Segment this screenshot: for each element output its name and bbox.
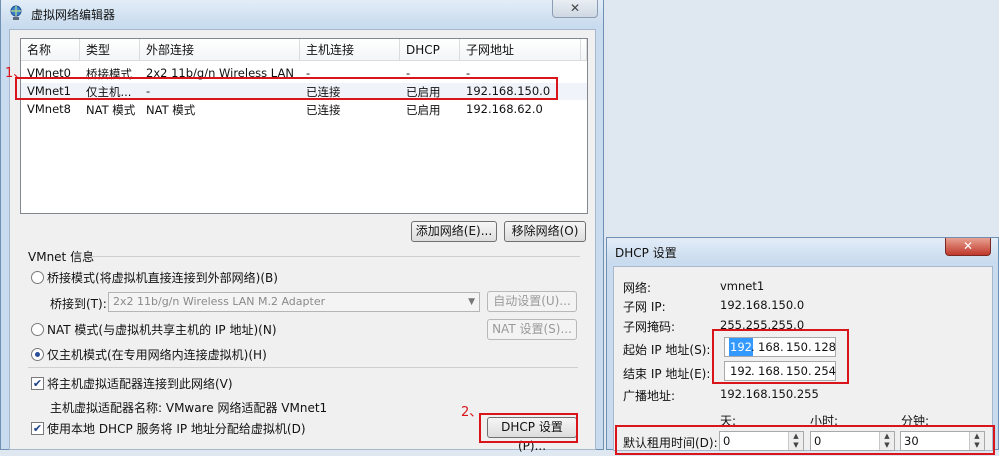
spin-arrows-icon[interactable]: ▲ ▼ [879,432,894,450]
start-ip-input[interactable]: 192 . 168 . 150 . 128 [724,337,836,357]
table-row[interactable]: VMnet8 NAT 模式 NAT 模式 已连接 已启用 192.168.62.… [21,101,587,118]
cell-external: NAT 模式 [146,103,196,117]
network-label: 网络: [623,281,652,295]
cell-subnet: 192.168.150.0 [466,84,551,98]
subnet-ip-value: 192.168.150.0 [720,298,805,312]
annotation-number: 1、 [5,66,27,81]
broadcast-label: 广播地址: [623,389,676,403]
nat-settings-button[interactable]: NAT 设置(S)... [487,319,577,340]
end-ip-input[interactable]: 192 . 168 . 150 . 254 [724,361,836,381]
cell-host: 已连接 [306,85,341,99]
lease-time-label: 默认租用时间(D): [623,436,718,450]
cell-dhcp: - [406,66,411,80]
bridge-adapter-value: 2x2 11b/g/n Wireless LAN M.2 Adapter [113,295,326,308]
lease-minutes-spinner[interactable]: 30 ▲ ▼ [900,431,985,451]
divider [28,367,578,368]
use-dhcp-label[interactable]: 使用本地 DHCP 服务将 IP 地址分配给虚拟机(D) [47,420,306,437]
cell-subnet: 192.168.62.0 [466,102,543,116]
window-body: 网络: vmnet1 子网 IP: 192.168.150.0 子网掩码: 25… [613,266,993,451]
bridge-mode-radio[interactable] [31,271,44,284]
lease-days-spinner[interactable]: 0 ▲ ▼ [719,431,804,451]
annotation-number: 2、 [461,405,483,420]
subnet-mask-value: 255.255.255.0 [720,318,805,332]
start-ip-label: 起始 IP 地址(S): [623,343,711,357]
globe-network-icon [10,5,22,20]
spin-arrows-icon[interactable]: ▲ ▼ [969,432,984,450]
ip-octet: 168 [758,340,780,354]
ip-octet: 192 [729,338,753,356]
subnet-mask-label: 子网掩码: [623,320,676,334]
subnet-ip-label: 子网 IP: [623,300,666,314]
col-header-host[interactable]: 主机连接 [300,39,400,61]
nat-mode-radio[interactable] [31,323,44,336]
lease-days-value: 0 [723,434,731,448]
host-only-mode-label[interactable]: 仅主机模式(在专用网络内连接虚拟机)(H) [47,346,267,363]
cell-name: VMnet1 [27,84,71,98]
hour-label: 小时: [810,414,839,428]
cell-external: - [146,84,151,98]
day-label: 天: [720,414,737,428]
dhcp-settings-window: DHCP 设置 ✕ 网络: vmnet1 子网 IP: 192.168.150.… [606,237,999,451]
close-button[interactable]: ✕ [552,0,598,18]
adapter-name-text: 主机虚拟适配器名称: VMware 网络适配器 VMnet1 [50,401,328,415]
cell-dhcp: 已启用 [406,85,441,99]
cell-type: 仅主机... [86,85,132,99]
col-header-external[interactable]: 外部连接 [140,39,300,61]
end-ip-label: 结束 IP 地址(E): [623,367,711,381]
col-header-type[interactable]: 类型 [80,39,140,61]
cell-host: 已连接 [306,103,341,117]
cell-type: 桥接模式 [86,67,132,81]
ip-octet: 150 [786,340,808,354]
window-title: DHCP 设置 [615,246,677,260]
network-value: vmnet1 [720,279,765,293]
connect-adapter-checkbox[interactable]: ✔ [31,377,44,390]
auto-settings-button[interactable]: 自动设置(U)... [487,291,577,312]
window-title: 虚拟网络编辑器 [31,8,116,22]
cell-dhcp: 已启用 [406,103,441,117]
minute-label: 分钟: [901,414,930,428]
lease-hours-spinner[interactable]: 0 ▲ ▼ [810,431,895,451]
divider [90,256,580,257]
title-bar: DHCP 设置 ✕ [607,238,998,262]
cell-host: - [306,66,311,80]
col-header-filler [581,39,587,61]
ip-octet: 254 [814,364,836,378]
host-only-mode-radio[interactable] [31,348,44,361]
chevron-down-icon: ▼ [468,297,475,307]
window-body: 名称 类型 外部连接 主机连接 DHCP 子网地址 VMnet0 桥接模式 2x… [9,29,596,453]
bridge-adapter-select[interactable]: 2x2 11b/g/n Wireless LAN M.2 Adapter ▼ [108,292,480,312]
close-button[interactable]: ✕ [945,238,991,256]
cell-external: 2x2 11b/g/n Wireless LAN M... [146,66,298,80]
table-row[interactable]: VMnet0 桥接模式 2x2 11b/g/n Wireless LAN M..… [21,65,587,82]
title-bar: 虚拟网络编辑器 ✕ [1,0,603,26]
lease-hours-value: 0 [814,434,822,448]
ip-octet: 150 [786,364,808,378]
nat-mode-label[interactable]: NAT 模式(与虚拟机共享主机的 IP 地址)(N) [47,321,277,338]
ip-octet: 168 [758,364,780,378]
spin-arrows-icon[interactable]: ▲ ▼ [788,432,803,450]
bridge-mode-label[interactable]: 桥接模式(将虚拟机直接连接到外部网络)(B) [47,269,278,286]
network-list[interactable]: 名称 类型 外部连接 主机连接 DHCP 子网地址 VMnet0 桥接模式 2x… [20,38,588,214]
add-network-button[interactable]: 添加网络(E)... [411,221,497,242]
use-dhcp-checkbox[interactable]: ✔ [31,422,44,435]
connect-adapter-label[interactable]: 将主机虚拟适配器连接到此网络(V) [47,375,233,392]
virtual-network-editor-window: 虚拟网络编辑器 ✕ 名称 类型 外部连接 主机连接 DHCP 子网地址 VMne… [0,0,604,453]
ip-octet: 192 [730,364,752,378]
cell-type: NAT 模式 [86,103,136,117]
col-header-name[interactable]: 名称 [21,39,80,61]
vmnet-info-label: VMnet 信息 [28,250,95,264]
ip-octet: 128 [814,340,836,354]
col-header-subnet[interactable]: 子网地址 [460,39,581,61]
dhcp-settings-button[interactable]: DHCP 设置(P)... [487,417,577,453]
bridge-to-label: 桥接到(T): [50,297,107,311]
lease-minutes-value: 30 [904,434,919,448]
remove-network-button[interactable]: 移除网络(O) [504,221,586,242]
cell-name: VMnet0 [27,66,71,80]
col-header-dhcp[interactable]: DHCP [400,39,460,61]
cell-name: VMnet8 [27,102,71,116]
cell-subnet: - [466,66,471,80]
table-row-selected[interactable]: VMnet1 仅主机... - 已连接 已启用 192.168.150.0 [21,83,587,100]
broadcast-value: 192.168.150.255 [720,387,819,401]
